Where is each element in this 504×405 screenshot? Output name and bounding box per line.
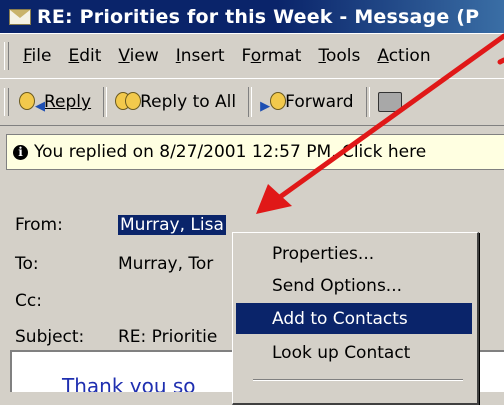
menu-format-mnemonic: o <box>250 46 262 66</box>
reply-button[interactable]: ◀ Reply <box>15 92 99 114</box>
menu-file[interactable]: File <box>15 46 60 66</box>
menu-tools[interactable]: Tools <box>310 46 369 66</box>
forward-button-label: Forward <box>285 92 354 112</box>
annotation-arrowhead-1 <box>256 184 292 214</box>
menu-view-mnemonic: V <box>118 46 130 66</box>
menu-view-label: iew <box>129 46 159 66</box>
window-title-bar: RE: Priorities for this Week - Message (… <box>0 0 504 33</box>
menu-tools-mnemonic: T <box>318 46 326 66</box>
info-bar-text: You replied on 8/27/2001 12:57 PM. Click… <box>34 142 427 162</box>
toolbar-separator <box>103 87 108 117</box>
envelope-icon <box>9 8 31 25</box>
forward-icon: ▶ <box>260 92 287 114</box>
to-label: To: <box>15 254 39 274</box>
to-field[interactable]: Murray, Tor <box>118 254 213 274</box>
menu-file-mnemonic: F <box>23 46 32 66</box>
print-button[interactable] <box>374 92 410 112</box>
reply-all-icon <box>115 92 142 112</box>
reply-icon: ◀ <box>19 92 45 114</box>
menu-format-prefix: F <box>241 46 251 66</box>
menu-file-label: ile <box>31 46 52 66</box>
from-field[interactable]: Murray, Lisa <box>118 215 226 235</box>
subject-field[interactable]: RE: Prioritie <box>118 327 217 347</box>
reply-all-button-label: Reply to All <box>140 92 237 112</box>
menu-actions-label: ction <box>388 46 431 66</box>
context-menu: Properties... Send Options... Add to Con… <box>232 232 479 405</box>
message-body-text: Thank you so <box>62 374 196 392</box>
toolbar-grip[interactable] <box>4 88 9 116</box>
menu-insert-label: nsert <box>180 46 225 66</box>
ctx-separator <box>253 379 463 381</box>
subject-label: Subject: <box>15 327 85 347</box>
menu-bar: File Edit View Insert Format Tools Actio… <box>0 33 504 79</box>
menu-tools-label: ools <box>325 46 361 66</box>
cc-label: Cc: <box>15 291 42 311</box>
menu-edit-mnemonic: E <box>68 46 80 66</box>
window-title: RE: Priorities for this Week - Message (… <box>37 5 480 28</box>
ctx-item-properties[interactable]: Properties... <box>236 238 472 269</box>
menu-format[interactable]: Format <box>234 46 311 66</box>
reply-all-button[interactable]: Reply to All <box>111 92 244 112</box>
ctx-item-look-up-contact[interactable]: Look up Contact <box>236 337 472 368</box>
menu-actions-mnemonic: A <box>377 46 389 66</box>
ctx-item-add-to-contacts[interactable]: Add to Contacts <box>236 303 472 334</box>
menu-insert[interactable]: Insert <box>168 46 234 66</box>
printer-icon <box>377 92 402 112</box>
reply-button-label: Reply <box>44 92 92 112</box>
menu-view[interactable]: View <box>110 46 167 66</box>
info-bar[interactable]: i You replied on 8/27/2001 12:57 PM. Cli… <box>6 134 504 170</box>
menu-edit-label: dit <box>79 46 102 66</box>
from-name-selected[interactable]: Murray, Lisa <box>118 215 226 235</box>
forward-button[interactable]: ▶ Forward <box>256 92 361 114</box>
info-icon: i <box>13 144 28 160</box>
toolbar-separator <box>248 87 253 117</box>
menubar-grip[interactable] <box>4 42 9 70</box>
ctx-item-send-options[interactable]: Send Options... <box>236 270 472 301</box>
menu-edit[interactable]: Edit <box>60 46 110 66</box>
toolbar-separator <box>365 87 370 117</box>
standard-toolbar: ◀ Reply Reply to All ▶ Forward <box>0 78 504 126</box>
from-label: From: <box>15 215 63 235</box>
menu-actions[interactable]: Action <box>369 46 439 66</box>
menu-format-label: rmat <box>261 46 302 66</box>
